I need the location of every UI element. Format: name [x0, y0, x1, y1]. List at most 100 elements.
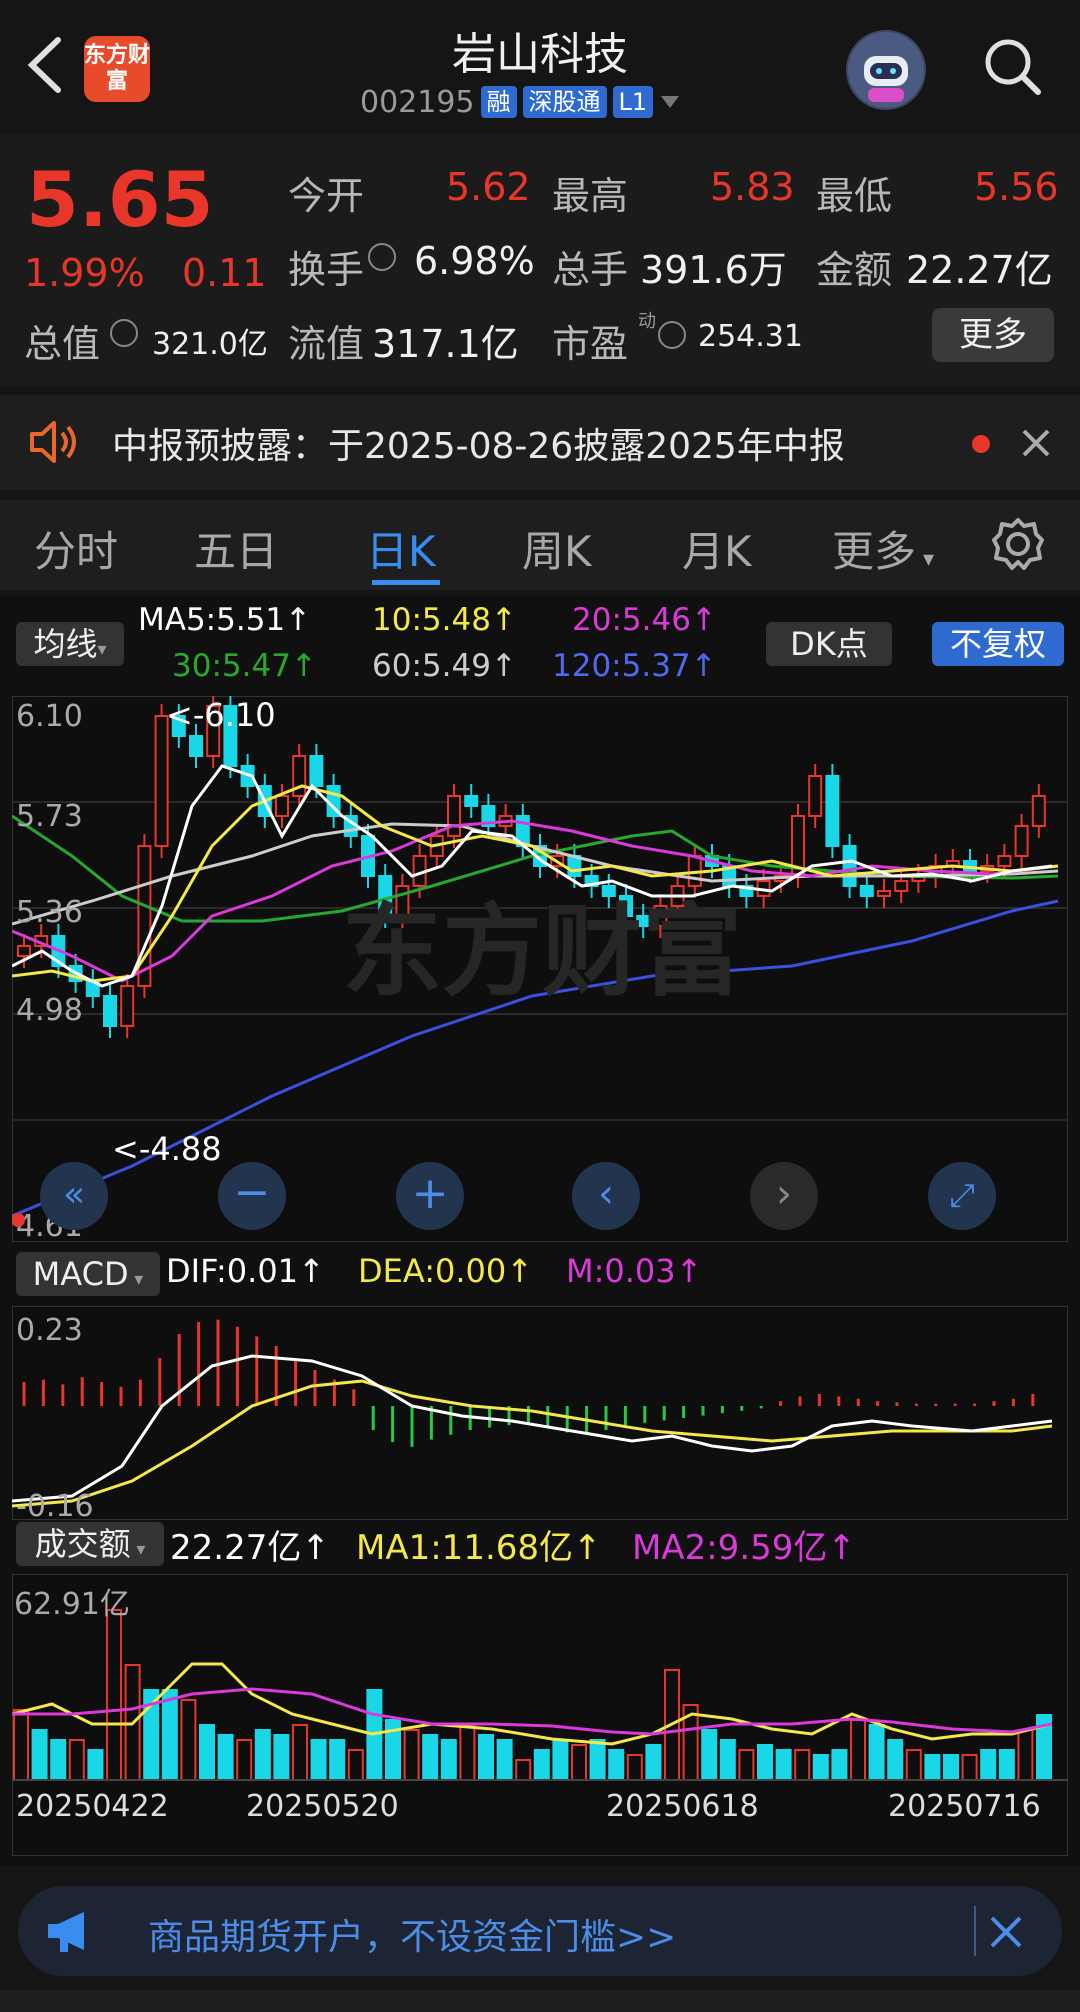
amount-label: 金额 [816, 248, 893, 292]
date-label: 20250520 [246, 1789, 399, 1824]
ma-selector[interactable]: 均线▾ [16, 622, 124, 666]
date-label: 20250618 [606, 1789, 759, 1824]
volume-value: 391.6万 [640, 248, 787, 292]
macd-dea: DEA:0.00↑ [358, 1252, 534, 1290]
tab-daily-k[interactable]: 日K [366, 518, 436, 579]
amount-bar [887, 1739, 904, 1781]
close-icon[interactable] [986, 1912, 1026, 1952]
ma5-value: MA5:5.51↑ [138, 602, 312, 638]
candle-body [825, 775, 840, 847]
candle-body [1014, 825, 1029, 857]
candle-body [189, 735, 203, 757]
scroll-far-left-button[interactable]: « [40, 1162, 108, 1230]
ma30-value: 30:5.47↑ [172, 648, 317, 684]
high-value: 5.83 [710, 165, 795, 209]
dropdown-icon: ▾ [97, 639, 107, 660]
pe-dynamic-mark: 动 [638, 311, 656, 332]
amount-bar [850, 1719, 866, 1781]
open-label: 今开 [288, 174, 365, 218]
candle-body [859, 885, 874, 897]
tab-weekly-k[interactable]: 周K [522, 518, 592, 579]
candle-body [154, 715, 169, 847]
price-axis-label: 5.36 [16, 895, 83, 930]
candle-body [275, 795, 289, 817]
robot-avatar-icon[interactable] [846, 30, 926, 110]
tab-five-day[interactable]: 五日 [194, 518, 278, 579]
candle-body [842, 845, 857, 887]
stock-name: 岩山科技 [452, 29, 628, 80]
promo-banner[interactable]: 商品期货开户，不设资金门槛>> [18, 1886, 1062, 1976]
low-label: 最低 [816, 174, 893, 218]
macd-chart[interactable]: 0.23 -0.16 [12, 1306, 1068, 1520]
scroll-right-button[interactable]: › [750, 1162, 818, 1230]
amount-bar [50, 1739, 67, 1781]
amount-bar [775, 1749, 792, 1781]
info-icon[interactable] [110, 319, 138, 347]
amount-chart[interactable]: 62.91亿 20250422 20250520 20250618 202507… [12, 1574, 1068, 1856]
candle-body [894, 880, 909, 892]
scroll-left-button[interactable]: ‹ [572, 1162, 640, 1230]
change-percent: 1.99% [24, 251, 145, 295]
zoom-out-button[interactable]: − [218, 1162, 286, 1230]
last-price: 5.65 [26, 155, 214, 244]
more-button[interactable]: 更多 [932, 308, 1054, 362]
macd-axis-top: 0.23 [16, 1313, 83, 1348]
ma10-value: 10:5.48↑ [372, 602, 517, 638]
amount-bar [589, 1739, 606, 1781]
dk-point-button[interactable]: DK点 [766, 622, 892, 666]
chevron-left-icon[interactable] [20, 30, 70, 100]
amount-bar [794, 1749, 811, 1781]
speaker-icon [30, 421, 76, 463]
zoom-in-button[interactable]: + [396, 1162, 464, 1230]
date-label: 20250716 [888, 1789, 1041, 1824]
info-icon[interactable] [368, 243, 396, 271]
amount-bar [87, 1749, 104, 1781]
amount-bar [273, 1734, 290, 1781]
stock-code: 002195 [360, 84, 475, 120]
app-logo[interactable]: 东方财富 [84, 36, 150, 102]
notice-bar[interactable]: 中报预披露：于2025-08-26披露2025年中报 [0, 395, 1080, 490]
amount-bar [980, 1749, 997, 1781]
amount-bar [608, 1749, 625, 1781]
amount-bar [757, 1744, 773, 1781]
gear-icon[interactable] [990, 516, 1046, 572]
high-label: 最高 [552, 174, 629, 218]
stock-code-row[interactable]: 002195 融 深股通 L1 [360, 84, 681, 120]
candle-body [997, 855, 1012, 867]
dropdown-icon: ▾ [128, 1269, 144, 1290]
amount-bar [533, 1749, 550, 1781]
kline-chart[interactable]: 6.10 5.73 5.36 4.98 4.61 <-6.10 <-4.88 东… [12, 696, 1068, 1242]
amount-bar [571, 1744, 587, 1781]
fullscreen-button[interactable]: ⤢ [928, 1162, 996, 1230]
amount-bar [1017, 1729, 1034, 1781]
ma60-value: 60:5.49↑ [372, 648, 517, 684]
tab-monthly-k[interactable]: 月K [682, 518, 752, 579]
amount-bar [701, 1729, 718, 1781]
tag-level: L1 [612, 86, 654, 118]
amount-bar [459, 1724, 476, 1781]
macd-axis-bottom: -0.16 [16, 1489, 94, 1520]
market-cap-value: 321.0亿 [152, 327, 268, 362]
amount-bar [645, 1744, 662, 1781]
amount-selector[interactable]: 成交额 ▾ [16, 1522, 164, 1566]
dropdown-icon: ▾ [916, 547, 935, 572]
tag-margin: 融 [480, 86, 517, 118]
min-price-marker: <-4.88 [112, 1130, 222, 1168]
amount-bar [403, 1729, 420, 1781]
amount-bar [812, 1754, 829, 1781]
search-icon[interactable] [980, 34, 1044, 98]
amount-bar [161, 1689, 178, 1781]
dropdown-icon[interactable] [659, 94, 681, 110]
unread-dot [972, 435, 990, 453]
adjust-button[interactable]: 不复权 [932, 622, 1064, 666]
candle-body [464, 795, 479, 807]
candle-body [447, 795, 461, 837]
amount-value: 22.27亿 [906, 248, 1053, 292]
close-icon[interactable] [1016, 423, 1056, 463]
amount-bar [440, 1739, 457, 1781]
amount-bar [868, 1724, 885, 1781]
macd-selector[interactable]: MACD ▾ [16, 1252, 160, 1296]
info-icon[interactable] [658, 321, 686, 349]
tab-more[interactable]: 更多 ▾ [832, 518, 934, 579]
tab-intraday[interactable]: 分时 [34, 518, 118, 579]
